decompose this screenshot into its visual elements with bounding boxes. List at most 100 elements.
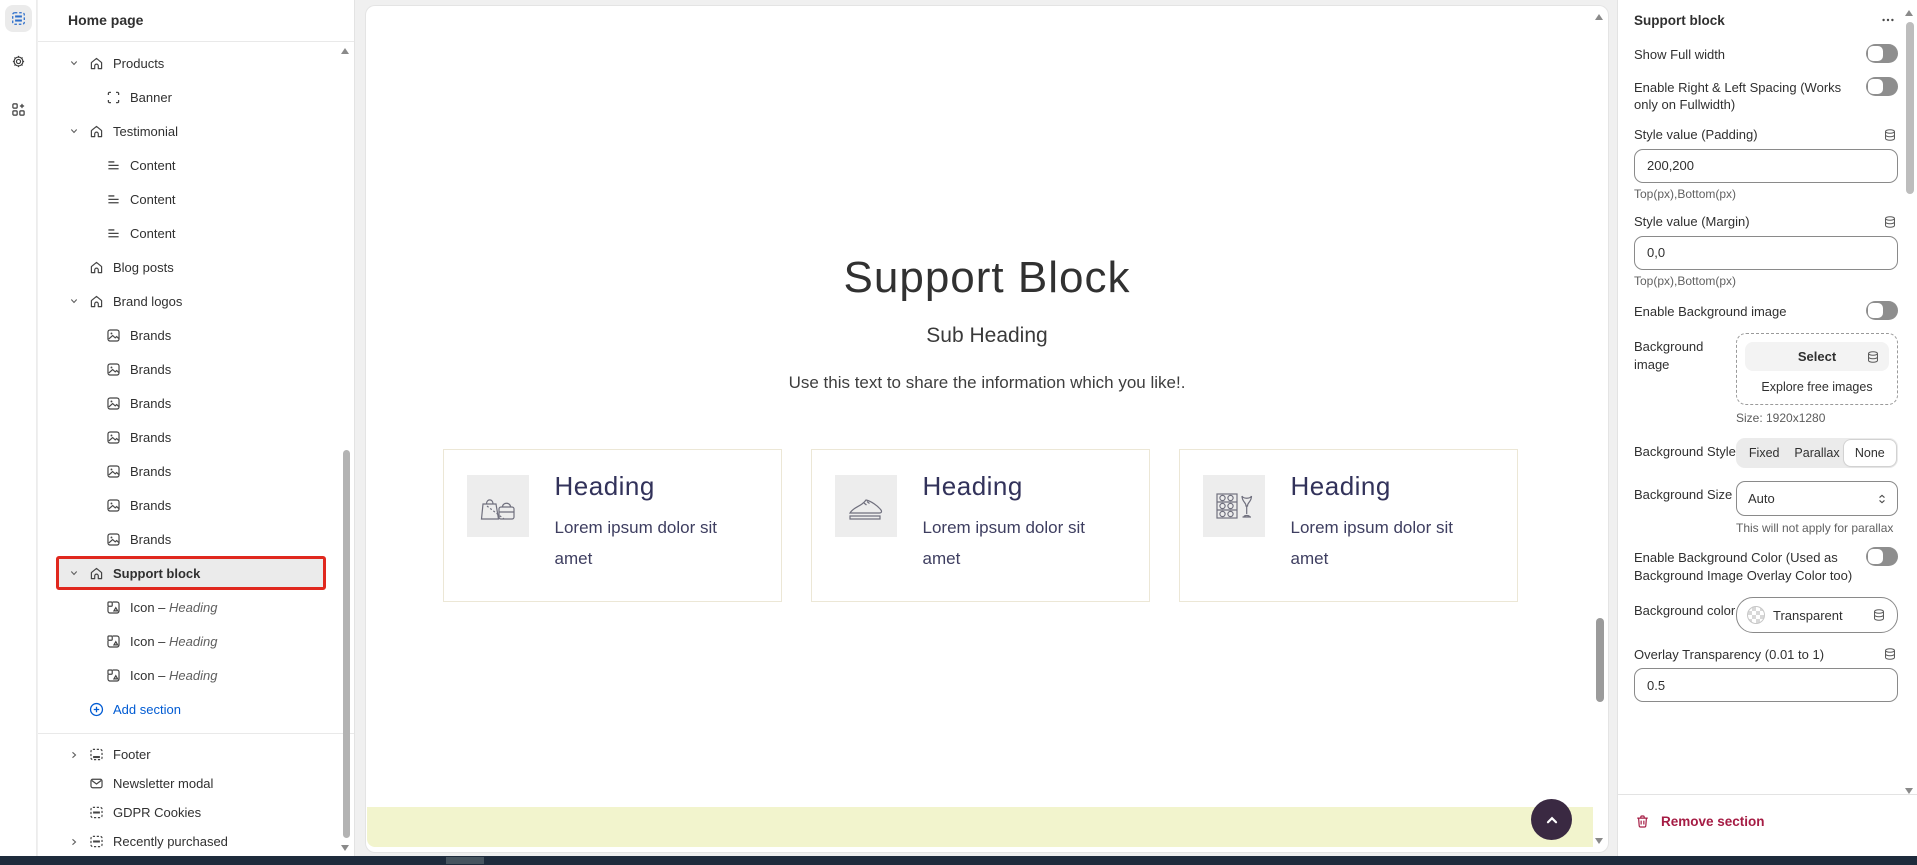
panel-title: Support block: [1634, 13, 1725, 28]
preview-description: Use this text to share the information w…: [366, 373, 1608, 393]
image-select-button[interactable]: Select: [1745, 342, 1889, 371]
sidebar-item-banner[interactable]: Banner: [38, 80, 354, 114]
footer-section-icon: [88, 746, 105, 763]
sidebar-item-support-block-selected[interactable]: Support block: [56, 556, 326, 590]
bg-color-toggle[interactable]: [1866, 547, 1898, 566]
sidebar-scroll-up-arrow[interactable]: [341, 48, 349, 54]
sidebar-item-testimonial[interactable]: Testimonial: [38, 114, 354, 148]
icon-card[interactable]: Heading Lorem ipsum dolor sit amet: [1179, 449, 1518, 602]
bg-style-segmented-control: Fixed Parallax None: [1736, 438, 1898, 468]
shoe-illustration-icon: [842, 482, 890, 530]
sidebar-scrollbar-thumb[interactable]: [343, 450, 350, 838]
image-icon: [105, 463, 122, 480]
chevron-right-icon[interactable]: [68, 836, 80, 848]
sidebar-item-newsletter-modal[interactable]: Newsletter modal: [38, 769, 354, 798]
sidebar-item-content[interactable]: Content: [38, 216, 354, 250]
dynamic-source-icon[interactable]: [1871, 607, 1887, 623]
sidebar-item-label: Recently purchased: [113, 834, 228, 849]
sidebar-item-label: Brands: [130, 328, 171, 343]
chevron-down-icon[interactable]: [68, 125, 80, 137]
overlay-input[interactable]: [1634, 668, 1898, 702]
rail-settings-button[interactable]: [5, 48, 32, 75]
chevron-down-icon[interactable]: [68, 567, 80, 579]
section-tree: Products Banner Testimonial Content Cont…: [38, 42, 354, 856]
card-heading: Heading: [923, 471, 1118, 502]
horizontal-scrollbar[interactable]: [0, 856, 1917, 865]
sidebar-item-gdpr-cookies[interactable]: GDPR Cookies: [38, 798, 354, 827]
sidebar-item-icon-heading[interactable]: Icon – Heading: [38, 590, 354, 624]
bg-style-option-fixed[interactable]: Fixed: [1738, 440, 1790, 466]
support-block-section[interactable]: Support Block Sub Heading Use this text …: [366, 6, 1608, 602]
chevron-right-icon[interactable]: [68, 749, 80, 761]
panel-scroll-up-arrow[interactable]: [1905, 10, 1913, 16]
bg-size-value: Auto: [1748, 491, 1775, 506]
preview-scroll-up-arrow[interactable]: [1595, 14, 1603, 20]
sidebar-item-blog-posts[interactable]: Blog posts: [38, 250, 354, 284]
full-width-toggle[interactable]: [1866, 44, 1898, 63]
sidebar-item-brands[interactable]: Brands: [38, 386, 354, 420]
sidebar-item-brands[interactable]: Brands: [38, 488, 354, 522]
more-options-button[interactable]: [1878, 10, 1898, 30]
remove-section-label: Remove section: [1661, 814, 1765, 829]
add-section-button[interactable]: Add section: [38, 692, 354, 726]
image-icon: [105, 531, 122, 548]
bg-style-option-none-selected[interactable]: None: [1844, 440, 1896, 466]
padding-input[interactable]: [1634, 149, 1898, 183]
trash-icon: [1634, 813, 1651, 830]
home-section-icon: [88, 259, 105, 276]
spacing-label: Enable Right & Left Spacing (Works only …: [1634, 77, 1854, 114]
sidebar-item-icon-heading[interactable]: Icon – Heading: [38, 624, 354, 658]
preview-scrollbar-thumb[interactable]: [1596, 618, 1604, 702]
panel-scrollbar-thumb[interactable]: [1906, 22, 1914, 194]
chevron-down-icon[interactable]: [68, 57, 80, 69]
add-section-label: Add section: [113, 702, 181, 717]
explore-free-images-link[interactable]: Explore free images: [1745, 380, 1889, 394]
sidebar-item-brand-logos[interactable]: Brand logos: [38, 284, 354, 318]
sidebar-item-brands[interactable]: Brands: [38, 318, 354, 352]
sidebar-item-label: Icon – Heading: [130, 600, 217, 615]
sidebar-item-brands[interactable]: Brands: [38, 352, 354, 386]
spacing-toggle[interactable]: [1866, 77, 1898, 96]
dynamic-source-icon[interactable]: [1865, 349, 1881, 365]
rail-sections-button[interactable]: [5, 5, 32, 32]
bg-image-toggle[interactable]: [1866, 301, 1898, 320]
bg-size-select[interactable]: Auto: [1736, 481, 1898, 516]
apps-icon: [10, 101, 27, 118]
sidebar-scroll-down-arrow[interactable]: [341, 845, 349, 851]
preview-section-title: Support Block: [366, 253, 1608, 303]
margin-input[interactable]: [1634, 236, 1898, 270]
panel-scroll-down-arrow[interactable]: [1905, 788, 1913, 794]
content-icon: [105, 225, 122, 242]
scroll-to-top-button[interactable]: [1531, 799, 1572, 840]
sidebar-item-brands[interactable]: Brands: [38, 454, 354, 488]
bg-style-option-parallax[interactable]: Parallax: [1790, 440, 1843, 466]
rail-apps-button[interactable]: [5, 96, 32, 123]
dynamic-source-icon[interactable]: [1882, 127, 1898, 143]
remove-section-button[interactable]: Remove section: [1634, 813, 1765, 830]
home-section-icon: [88, 565, 105, 582]
horizontal-scrollbar-thumb[interactable]: [446, 857, 484, 864]
section-settings-panel: Support block Show Full width Enable Rig…: [1617, 0, 1917, 856]
shelf-illustration-icon: [1210, 482, 1258, 530]
sidebar-item-content[interactable]: Content: [38, 148, 354, 182]
sidebar-item-recently-purchased[interactable]: Recently purchased: [38, 827, 354, 856]
sidebar-item-products[interactable]: Products: [38, 46, 354, 80]
section-icon: [88, 833, 105, 850]
sidebar-item-brands[interactable]: Brands: [38, 420, 354, 454]
sidebar-item-icon-heading[interactable]: Icon – Heading: [38, 658, 354, 692]
toggle-knob: [1868, 46, 1883, 61]
sidebar-item-content[interactable]: Content: [38, 182, 354, 216]
dynamic-source-icon[interactable]: [1882, 646, 1898, 662]
icon-card[interactable]: Heading Lorem ipsum dolor sit amet: [811, 449, 1150, 602]
sidebar-item-label: Support block: [113, 566, 200, 581]
chevron-down-icon[interactable]: [68, 295, 80, 307]
bg-color-picker[interactable]: Transparent: [1736, 597, 1898, 633]
icon-block-icon: [105, 599, 122, 616]
sidebar-item-footer[interactable]: Footer: [38, 740, 354, 769]
sidebar-item-brands[interactable]: Brands: [38, 522, 354, 556]
icon-card[interactable]: Heading Lorem ipsum dolor sit amet: [443, 449, 782, 602]
preview-scroll-down-arrow[interactable]: [1595, 838, 1603, 844]
page-title: Home page: [38, 0, 354, 42]
dynamic-source-icon[interactable]: [1882, 214, 1898, 230]
transparent-swatch-icon: [1747, 606, 1765, 624]
